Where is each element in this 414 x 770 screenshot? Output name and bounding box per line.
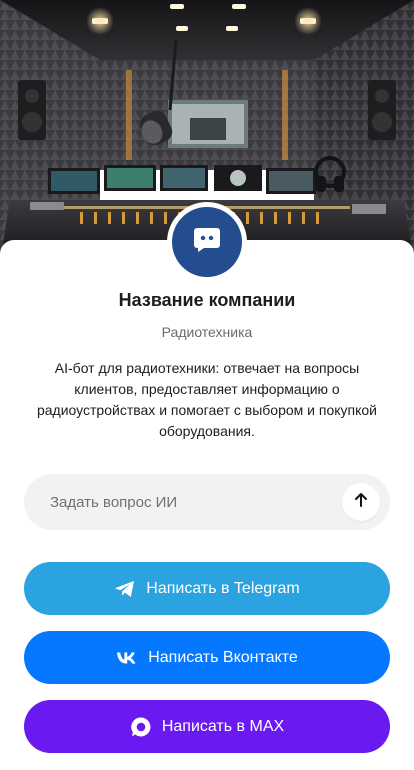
telegram-icon — [114, 580, 136, 598]
company-avatar — [167, 202, 247, 282]
arrow-up-icon — [353, 492, 369, 513]
max-icon — [130, 716, 152, 738]
max-button[interactable]: Написать в MAX — [24, 700, 390, 753]
vk-button-label: Написать Вконтакте — [148, 648, 298, 666]
max-button-label: Написать в MAX — [161, 717, 285, 735]
vk-icon — [116, 651, 138, 665]
vk-button[interactable]: Написать Вконтакте — [24, 631, 390, 684]
company-category: Радиотехника — [161, 324, 253, 340]
telegram-button-label: Написать в Telegram — [146, 579, 300, 597]
company-name: Название компании — [118, 290, 296, 310]
company-description: AI-бот для радиотехники: отвечает на воп… — [36, 360, 377, 439]
telegram-button[interactable]: Написать в Telegram — [24, 562, 390, 615]
ask-ai-field — [24, 474, 390, 530]
send-button[interactable] — [342, 483, 380, 521]
ask-ai-input[interactable] — [48, 492, 342, 512]
chat-bot-icon — [192, 226, 222, 259]
